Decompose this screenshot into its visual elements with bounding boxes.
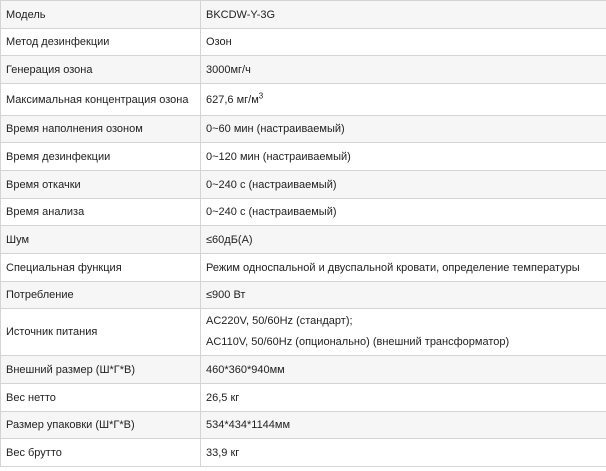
spec-value: 460*360*940мм (200, 355, 606, 384)
spec-label: Потребление (0, 281, 201, 309)
table-row: Модель BKCDW-Y-3G (0, 0, 606, 29)
spec-value: 33,9 кг (200, 438, 606, 467)
table-row: Размер упаковки (Ш*Г*В) 534*434*1144мм (0, 411, 606, 439)
spec-value: 534*434*1144мм (200, 411, 606, 439)
table-row: Потребление ≤900 Вт (0, 281, 606, 309)
spec-label: Внешний размер (Ш*Г*В) (0, 355, 201, 384)
spec-value: 3000мг/ч (200, 55, 606, 84)
spec-value: 26,5 кг (200, 383, 606, 412)
table-row: Максимальная концентрация озона 627,6 мг… (0, 83, 606, 116)
table-row: Внешний размер (Ш*Г*В) 460*360*940мм (0, 355, 606, 384)
unit-superscript: 3 (258, 90, 264, 100)
spec-value-text: 627,6 мг/м (206, 93, 259, 106)
spec-label: Генерация озона (0, 55, 201, 84)
spec-label: Время дезинфекции (0, 142, 201, 171)
spec-value-line: AC220V, 50/60Hz (стандарт); (206, 315, 353, 327)
spec-value: ≤60дБ(A) (200, 225, 606, 254)
spec-value: 0~60 мин (настраиваемый) (200, 115, 606, 143)
spec-label: Вес нетто (0, 383, 201, 412)
spec-label: Специальная функция (0, 253, 201, 282)
spec-value: 627,6 мг/м3 (200, 83, 606, 116)
spec-value: ≤900 Вт (200, 281, 606, 309)
spec-value-line: AC110V, 50/60Hz (опционально) (внешний т… (206, 336, 510, 348)
spec-label: Время наполнения озоном (0, 115, 201, 143)
table-row: Метод дезинфекции Озон (0, 28, 606, 56)
table-row: Время дезинфекции 0~120 мин (настраиваем… (0, 142, 606, 171)
table-row: Источник питания AC220V, 50/60Hz (станда… (0, 308, 606, 356)
spec-value: 0~240 с (настраиваемый) (200, 198, 606, 226)
table-row: Шум ≤60дБ(A) (0, 225, 606, 254)
spec-label: Вес брутто (0, 438, 201, 467)
table-row: Вес брутто 33,9 кг (0, 438, 606, 467)
table-row: Генерация озона 3000мг/ч (0, 55, 606, 84)
spec-label: Шум (0, 225, 201, 254)
spec-label: Время откачки (0, 170, 201, 199)
table-row: Время наполнения озоном 0~60 мин (настра… (0, 115, 606, 143)
table-row: Вес нетто 26,5 кг (0, 383, 606, 412)
spec-value: Режим односпальной и двуспальной кровати… (200, 253, 606, 282)
spec-value: AC220V, 50/60Hz (стандарт); AC110V, 50/6… (200, 308, 606, 356)
spec-label: Источник питания (0, 308, 201, 356)
spec-label: Метод дезинфекции (0, 28, 201, 56)
spec-label: Модель (0, 0, 201, 29)
spec-value: 0~240 с (настраиваемый) (200, 170, 606, 199)
table-row: Специальная функция Режим односпальной и… (0, 253, 606, 282)
spec-label: Размер упаковки (Ш*Г*В) (0, 411, 201, 439)
table-row: Время анализа 0~240 с (настраиваемый) (0, 198, 606, 226)
table-row: Время откачки 0~240 с (настраиваемый) (0, 170, 606, 199)
spec-value: 0~120 мин (настраиваемый) (200, 142, 606, 171)
spec-value: Озон (200, 28, 606, 56)
spec-label: Время анализа (0, 198, 201, 226)
spec-table: Модель BKCDW-Y-3G Метод дезинфекции Озон… (0, 0, 606, 467)
spec-value: BKCDW-Y-3G (200, 0, 606, 29)
spec-label: Максимальная концентрация озона (0, 83, 201, 116)
